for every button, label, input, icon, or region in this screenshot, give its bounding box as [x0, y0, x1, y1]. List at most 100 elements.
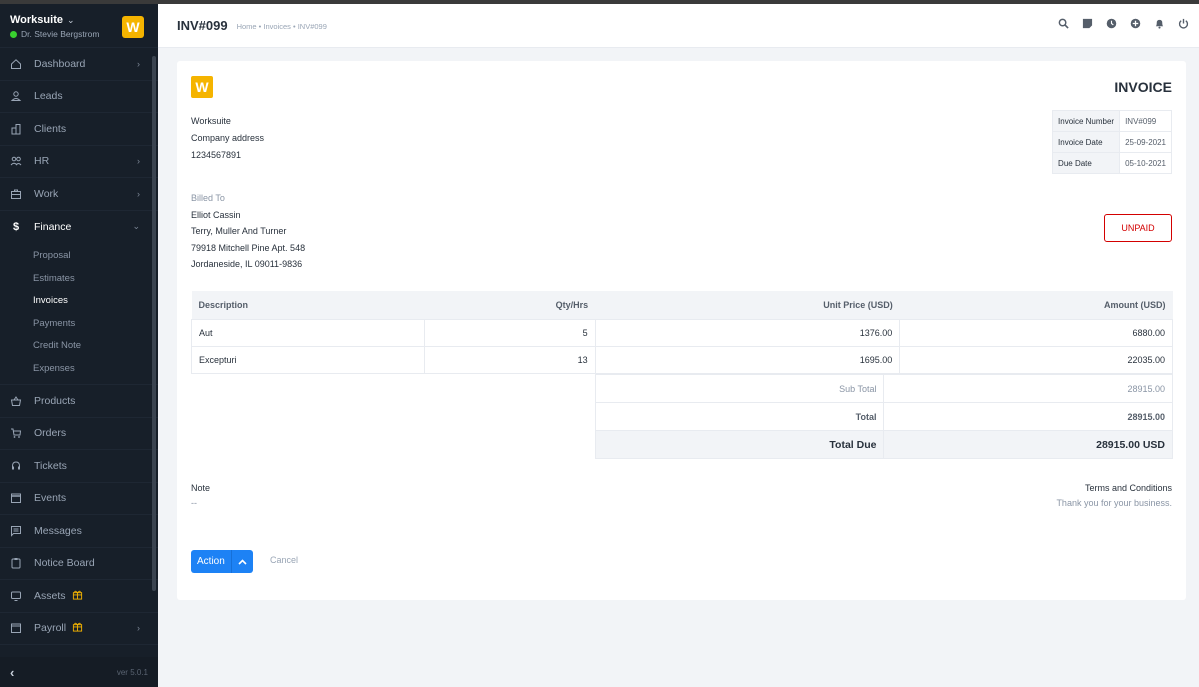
- item-unit-price: 1695.00: [594, 345, 901, 374]
- sidebar-item-messages[interactable]: Messages: [0, 515, 158, 548]
- subtotal-value: 28915.00: [883, 374, 1173, 403]
- submenu-item-estimates[interactable]: Estimates: [0, 268, 158, 291]
- cancel-button[interactable]: Cancel: [270, 555, 298, 565]
- sidebar-item-work[interactable]: Work ›: [0, 178, 158, 211]
- submenu-item-payments[interactable]: Payments: [0, 313, 158, 336]
- item-amount: 22035.00: [899, 345, 1173, 374]
- clock-icon[interactable]: [1106, 18, 1117, 29]
- meta-value: INV#099: [1119, 110, 1172, 132]
- sidebar-item-label: Finance: [34, 220, 72, 233]
- calendar-icon: [10, 492, 22, 504]
- meta-row: Invoice Number INV#099: [1052, 110, 1172, 132]
- subtotal-label: Sub Total: [594, 374, 885, 403]
- chevron-up-icon[interactable]: [232, 550, 253, 573]
- app-version: ver 5.0.1: [116, 667, 148, 677]
- search-icon[interactable]: [1058, 18, 1069, 29]
- billed-to: Billed To Elliot Cassin Terry, Muller An…: [191, 190, 305, 273]
- sidebar-header: Worksuite ⌄ Dr. Stevie Bergstrom W: [0, 4, 158, 48]
- meta-key: Due Date: [1052, 152, 1121, 174]
- table-row: Excepturi 13 1695.00 22035.00: [191, 345, 1173, 374]
- add-circle-icon[interactable]: [1130, 18, 1141, 29]
- briefcase-icon: [10, 188, 22, 200]
- chevron-down-icon: ⌄: [66, 14, 75, 25]
- meta-row: Due Date 05-10-2021: [1052, 152, 1172, 174]
- sidebar-item-payroll[interactable]: Payroll ›: [0, 613, 158, 645]
- sidebar-item-tickets[interactable]: Tickets: [0, 450, 158, 483]
- page-title: INV#099: [177, 18, 228, 33]
- sidebar-item-label: Dashboard: [34, 57, 86, 70]
- basket-icon: [10, 395, 22, 407]
- table-row: Aut 5 1376.00 6880.00: [191, 318, 1173, 347]
- invoice-items-table: Description Qty/Hrs Unit Price (USD) Amo…: [191, 291, 1173, 374]
- chevron-right-icon: ›: [137, 58, 140, 69]
- note-label: Note: [191, 483, 211, 493]
- chevron-right-icon: ›: [137, 156, 140, 167]
- app-logo[interactable]: W: [122, 16, 144, 38]
- column-header: Description: [191, 291, 425, 320]
- sidebar-item-assets[interactable]: Assets: [0, 580, 158, 613]
- sidebar-item-finance[interactable]: $ Finance ⌄: [0, 211, 158, 244]
- sidebar-item-products[interactable]: Products: [0, 385, 158, 418]
- sidebar-item-label: Tickets: [34, 459, 67, 472]
- people-icon: [10, 155, 22, 167]
- total-due-row: Total Due 28915.00 USD: [594, 430, 1173, 459]
- total-due-label: Total Due: [594, 430, 885, 459]
- bell-icon[interactable]: [1154, 18, 1165, 29]
- cart-icon: [10, 427, 22, 439]
- sidebar-item-label: Work: [34, 187, 59, 200]
- top-header: INV#099 Home • Invoices • INV#099: [158, 4, 1199, 48]
- submenu-item-expenses[interactable]: Expenses: [0, 358, 158, 381]
- monitor-icon: [10, 590, 22, 602]
- sidebar-item-hr[interactable]: HR ›: [0, 146, 158, 178]
- sidebar-item-label: Orders: [34, 427, 67, 440]
- breadcrumb: Home • Invoices • INV#099: [236, 22, 327, 31]
- sidebar-item-orders[interactable]: Orders: [0, 418, 158, 450]
- action-button[interactable]: Action: [191, 550, 232, 573]
- sidebar-item-label: Messages: [34, 524, 82, 537]
- user-icon: [10, 90, 22, 102]
- column-header: Unit Price (USD): [595, 291, 900, 320]
- submenu-item-proposal[interactable]: Proposal: [0, 245, 158, 268]
- clipboard-icon: [10, 557, 22, 569]
- submenu-item-invoices[interactable]: Invoices: [0, 290, 158, 313]
- sidebar-menu-lower: Products Orders Tickets Events Messages …: [0, 385, 158, 645]
- sidebar-menu: Dashboard › Leads Clients HR › Work › $ …: [0, 48, 158, 243]
- invoice-heading: INVOICE: [1114, 79, 1172, 95]
- power-icon[interactable]: [1178, 18, 1189, 29]
- window-icon: [10, 622, 22, 634]
- sidebar-item-label: Notice Board: [34, 557, 95, 570]
- meta-row: Invoice Date 25-09-2021: [1052, 131, 1172, 153]
- sticky-note-icon[interactable]: [1082, 18, 1093, 29]
- note-section: Note --: [191, 481, 210, 511]
- sidebar-item-label: Payroll: [34, 622, 67, 635]
- item-amount: 6880.00: [899, 318, 1173, 347]
- sidebar-item-label: Assets: [34, 589, 66, 602]
- client-street: 79918 Mitchell Pine Apt. 548: [191, 242, 306, 253]
- window-top-bar: [0, 0, 1199, 4]
- dollar-icon: $: [12, 220, 20, 233]
- subtotal-row: Sub Total 28915.00: [594, 374, 1173, 403]
- table-header-row: Description Qty/Hrs Unit Price (USD) Amo…: [191, 291, 1173, 320]
- item-description: Excepturi: [191, 345, 425, 374]
- sidebar-scrollbar[interactable]: [152, 56, 156, 591]
- sidebar-item-leads[interactable]: Leads: [0, 81, 158, 113]
- sidebar-item-dashboard[interactable]: Dashboard ›: [0, 48, 158, 81]
- item-unit-price: 1376.00: [594, 318, 901, 347]
- gift-icon: [72, 589, 83, 603]
- meta-value: 05-10-2021: [1119, 152, 1172, 174]
- terms-value: Thank you for your business.: [1056, 498, 1172, 508]
- home-icon: [10, 58, 22, 70]
- brand-name: Worksuite: [10, 14, 63, 26]
- company-logo: W: [191, 76, 213, 98]
- sidebar-item-notice-board[interactable]: Notice Board: [0, 548, 158, 580]
- sidebar-item-label: Leads: [34, 90, 63, 103]
- sidebar-item-events[interactable]: Events: [0, 483, 158, 515]
- client-name: Elliot Cassin: [191, 209, 241, 220]
- submenu-item-credit-note[interactable]: Credit Note: [0, 335, 158, 358]
- collapse-sidebar-icon[interactable]: ‹: [10, 665, 14, 680]
- sidebar-item-clients[interactable]: Clients: [0, 113, 158, 146]
- meta-key: Invoice Number: [1052, 110, 1121, 132]
- total-label: Total: [594, 402, 885, 431]
- user-name: Dr. Stevie Bergstrom: [21, 29, 100, 39]
- online-status-icon: [10, 30, 17, 38]
